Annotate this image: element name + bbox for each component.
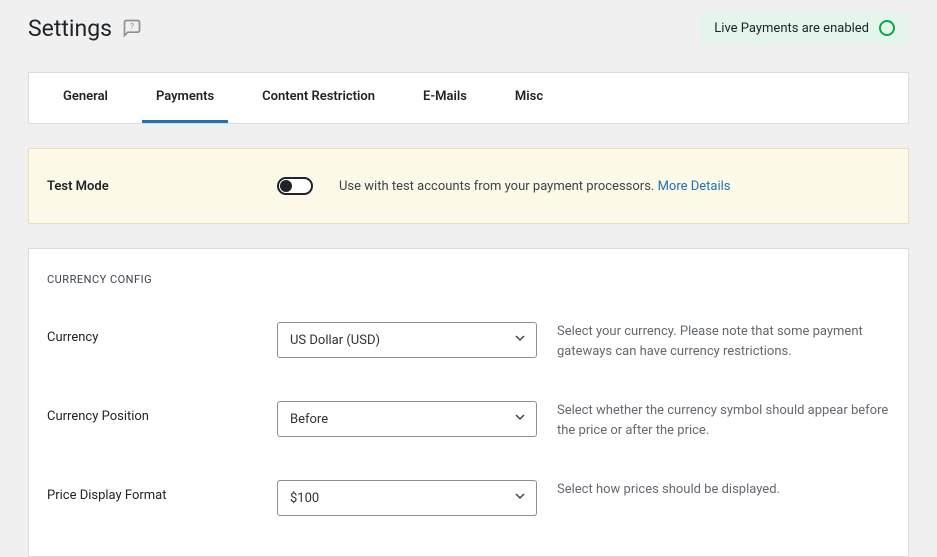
chevron-down-icon xyxy=(514,490,526,506)
test-mode-toggle[interactable] xyxy=(277,177,313,195)
test-mode-label: Test Mode xyxy=(47,179,277,194)
svg-text:?: ? xyxy=(130,22,134,32)
currency-row: Currency US Dollar (USD) Select your cur… xyxy=(47,322,890,361)
toggle-knob xyxy=(280,180,292,192)
live-badge-label: Live Payments are enabled xyxy=(714,21,869,36)
currency-label: Currency xyxy=(47,322,277,345)
tab-payments[interactable]: Payments xyxy=(142,73,228,123)
chevron-down-icon xyxy=(514,332,526,348)
currency-select[interactable]: US Dollar (USD) xyxy=(277,322,537,358)
currency-config-panel: CURRENCY CONFIG Currency US Dollar (USD)… xyxy=(28,248,909,557)
chevron-down-icon xyxy=(514,411,526,427)
price-format-label: Price Display Format xyxy=(47,480,277,503)
tab-content-restriction[interactable]: Content Restriction xyxy=(248,73,389,123)
currency-position-label: Currency Position xyxy=(47,401,277,424)
test-mode-desc-text: Use with test accounts from your payment… xyxy=(339,179,658,194)
more-details-link[interactable]: More Details xyxy=(658,179,731,194)
live-payments-badge: Live Payments are enabled xyxy=(700,12,909,44)
tab-emails[interactable]: E-Mails xyxy=(409,73,481,123)
help-icon[interactable]: ? xyxy=(122,18,142,38)
currency-position-help: Select whether the currency symbol shoul… xyxy=(557,401,890,440)
circle-icon xyxy=(879,20,895,36)
tab-misc[interactable]: Misc xyxy=(501,73,557,123)
price-format-help: Select how prices should be displayed. xyxy=(557,480,890,500)
tab-general[interactable]: General xyxy=(49,73,122,123)
currency-config-heading: CURRENCY CONFIG xyxy=(47,273,890,286)
page-title: Settings xyxy=(28,15,112,42)
price-format-row: Price Display Format $100 Select how pri… xyxy=(47,480,890,516)
currency-help: Select your currency. Please note that s… xyxy=(557,322,890,361)
currency-position-value: Before xyxy=(290,412,328,427)
price-format-select[interactable]: $100 xyxy=(277,480,537,516)
currency-position-select[interactable]: Before xyxy=(277,401,537,437)
currency-position-row: Currency Position Before Select whether … xyxy=(47,401,890,440)
currency-select-value: US Dollar (USD) xyxy=(290,333,380,348)
tabs-container: General Payments Content Restriction E-M… xyxy=(28,72,909,124)
price-format-value: $100 xyxy=(290,491,319,506)
test-mode-panel: Test Mode Use with test accounts from yo… xyxy=(28,148,909,224)
test-mode-description: Use with test accounts from your payment… xyxy=(339,179,731,194)
